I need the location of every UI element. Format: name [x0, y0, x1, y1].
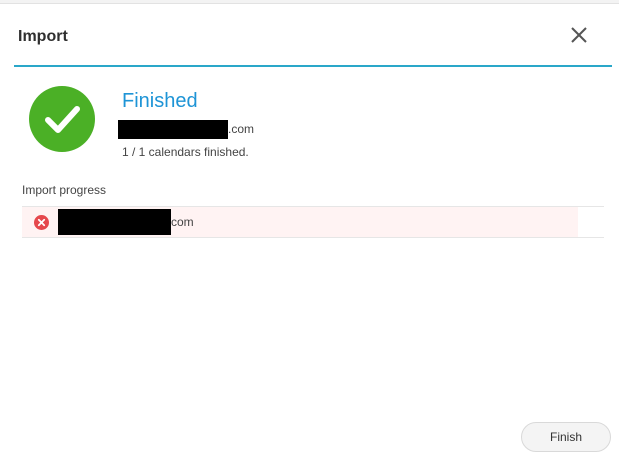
error-icon	[34, 215, 49, 230]
progress-section-label: Import progress	[22, 183, 107, 197]
account-suffix: .com	[228, 122, 255, 136]
list-item-suffix: com	[171, 214, 194, 229]
redacted-text	[118, 119, 228, 139]
list-item: com	[22, 207, 578, 237]
finish-button[interactable]: Finish	[521, 422, 611, 452]
dialog-header: Import	[0, 4, 619, 66]
progress-list: com	[22, 206, 604, 238]
header-divider	[14, 65, 612, 67]
close-button[interactable]	[568, 24, 590, 46]
redacted-text	[58, 208, 171, 235]
dialog-title: Import	[18, 28, 68, 45]
account-email: .com	[118, 119, 254, 139]
close-icon	[571, 27, 587, 43]
check-circle-icon	[29, 86, 95, 152]
import-dialog: Import Finished .com 1 / 1 calendars fin…	[0, 4, 619, 464]
status-title: Finished	[122, 90, 198, 112]
list-item-label: com	[58, 208, 194, 235]
status-summary: 1 / 1 calendars finished.	[122, 145, 249, 159]
